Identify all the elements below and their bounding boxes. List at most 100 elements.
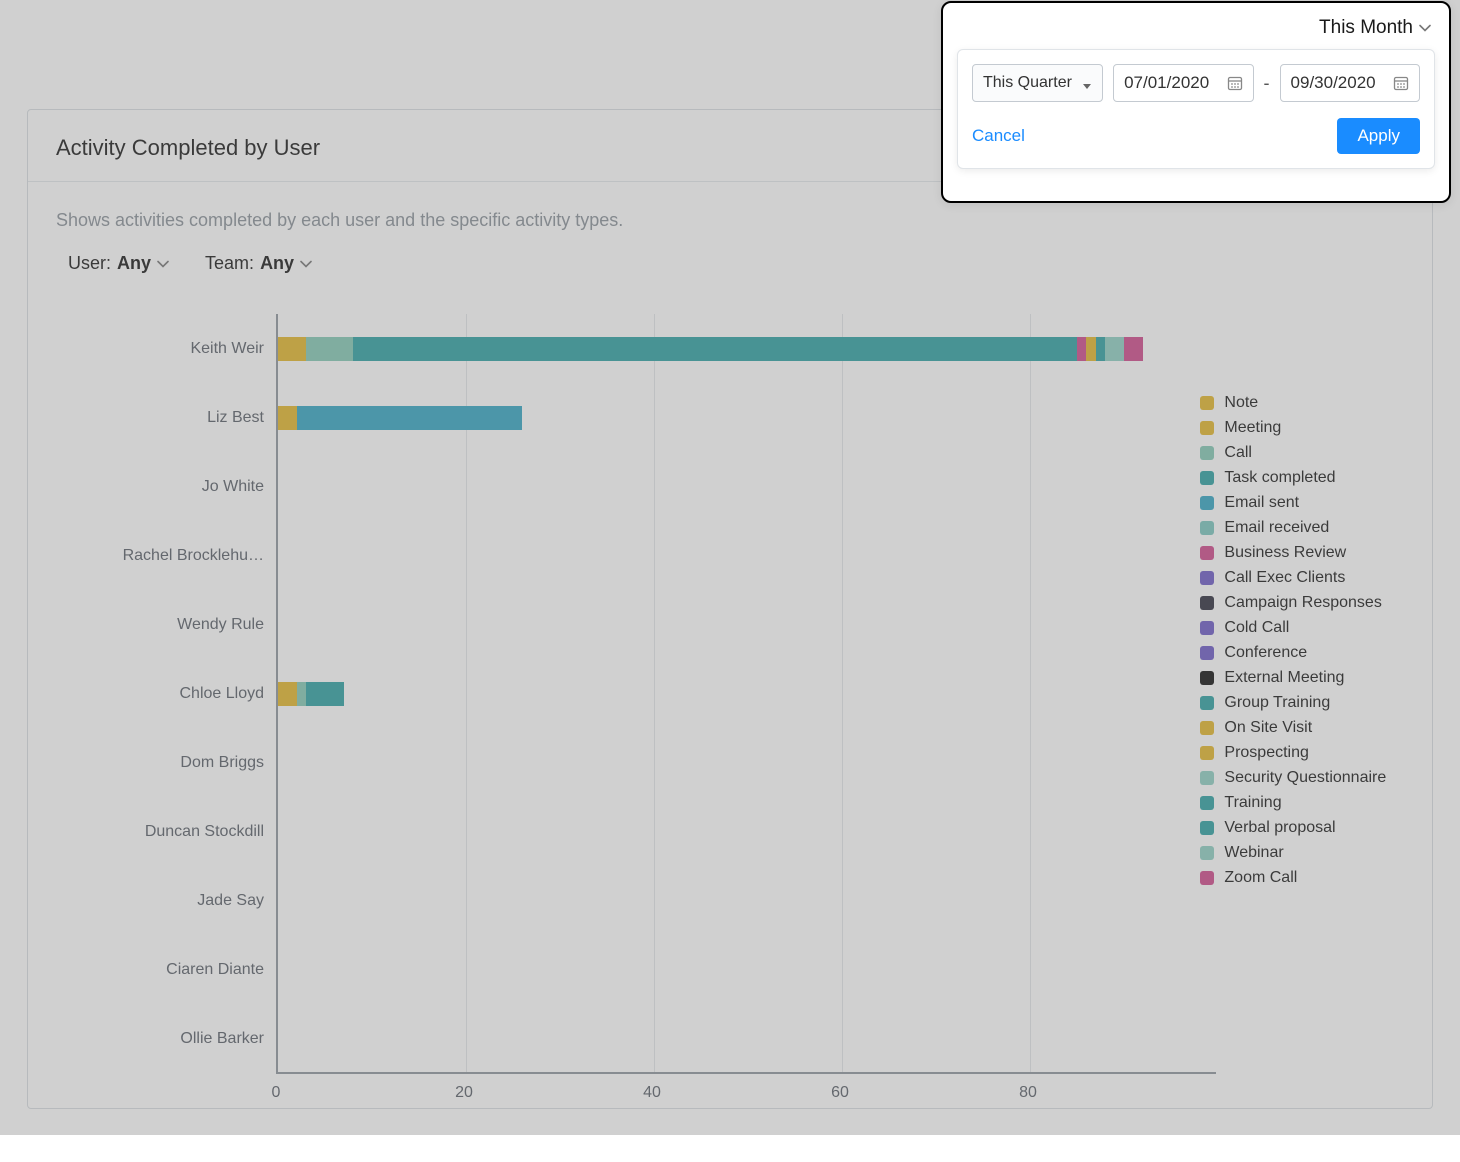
legend-label: Zoom Call: [1224, 869, 1297, 887]
x-tick-label: 80: [1019, 1084, 1037, 1102]
legend-label: Email received: [1224, 519, 1329, 537]
preset-select-value: This Quarter: [983, 74, 1072, 92]
bar-row: [278, 682, 344, 706]
legend-item[interactable]: Group Training: [1200, 694, 1404, 712]
start-date-value: 07/01/2020: [1124, 73, 1209, 93]
gridline: [654, 314, 655, 1072]
legend-label: Campaign Responses: [1224, 594, 1381, 612]
y-tick-label: Dom Briggs: [64, 754, 264, 772]
legend-item[interactable]: Call: [1200, 444, 1404, 462]
y-tick-label: Ciaren Diante: [64, 961, 264, 979]
gridline: [842, 314, 843, 1072]
y-tick-label: Rachel Brocklehu…: [64, 547, 264, 565]
chevron-down-icon: [1419, 24, 1431, 32]
x-tick-label: 40: [643, 1084, 661, 1102]
bar-segment[interactable]: [278, 337, 306, 361]
calendar-icon: [1227, 75, 1243, 91]
popover-header: This Month: [943, 3, 1449, 49]
apply-button[interactable]: Apply: [1337, 118, 1420, 154]
legend-item[interactable]: Conference: [1200, 644, 1404, 662]
user-filter[interactable]: User: Any: [68, 253, 169, 274]
bar-row: [278, 337, 1143, 361]
legend-item[interactable]: Verbal proposal: [1200, 819, 1404, 837]
bar-segment[interactable]: [306, 337, 353, 361]
legend-label: Call Exec Clients: [1224, 569, 1345, 587]
date-separator: -: [1264, 73, 1270, 94]
y-tick-label: Jo White: [64, 478, 264, 496]
triangle-down-icon: [1082, 78, 1092, 88]
cancel-button[interactable]: Cancel: [972, 126, 1025, 146]
legend-item[interactable]: Email sent: [1200, 494, 1404, 512]
bar-segment[interactable]: [1105, 337, 1124, 361]
legend-item[interactable]: Email received: [1200, 519, 1404, 537]
preset-select[interactable]: This Quarter: [972, 64, 1103, 102]
bar-segment[interactable]: [297, 406, 523, 430]
legend-item[interactable]: Campaign Responses: [1200, 594, 1404, 612]
date-range-popover: This Month This Quarter 07/01/2020 - 0: [941, 1, 1451, 203]
team-filter[interactable]: Team: Any: [205, 253, 312, 274]
x-tick-label: 20: [455, 1084, 473, 1102]
bar-segment[interactable]: [1077, 337, 1086, 361]
legend-label: Prospecting: [1224, 744, 1309, 762]
legend-label: Note: [1224, 394, 1258, 412]
legend-label: Cold Call: [1224, 619, 1289, 637]
y-tick-label: Jade Say: [64, 892, 264, 910]
legend-item[interactable]: Training: [1200, 794, 1404, 812]
legend-label: Meeting: [1224, 419, 1281, 437]
date-range-trigger[interactable]: This Month: [1319, 17, 1431, 39]
card-body: Shows activities completed by each user …: [28, 182, 1432, 1162]
legend-item[interactable]: Prospecting: [1200, 744, 1404, 762]
y-tick-label: Keith Weir: [64, 340, 264, 358]
start-date-input[interactable]: 07/01/2020: [1113, 64, 1253, 102]
legend-label: Business Review: [1224, 544, 1346, 562]
y-axis-labels: Keith WeirLiz BestJo WhiteRachel Brockle…: [56, 314, 264, 1074]
legend-item[interactable]: Task completed: [1200, 469, 1404, 487]
user-filter-label: User:: [68, 253, 111, 274]
y-tick-label: Chloe Lloyd: [64, 685, 264, 703]
date-actions: Cancel Apply: [972, 118, 1420, 154]
chart-wrap: Keith WeirLiz BestJo WhiteRachel Brockle…: [56, 314, 1404, 1134]
legend-item[interactable]: Note: [1200, 394, 1404, 412]
x-tick-label: 0: [272, 1084, 281, 1102]
legend-item[interactable]: Cold Call: [1200, 619, 1404, 637]
bar-segment[interactable]: [1096, 337, 1105, 361]
legend-item[interactable]: Security Questionnaire: [1200, 769, 1404, 787]
bar-segment[interactable]: [306, 682, 344, 706]
y-tick-label: Ollie Barker: [64, 1030, 264, 1048]
legend-label: Training: [1224, 794, 1281, 812]
end-date-input[interactable]: 09/30/2020: [1280, 64, 1420, 102]
calendar-icon: [1393, 75, 1409, 91]
legend-label: Verbal proposal: [1224, 819, 1335, 837]
team-filter-label: Team:: [205, 253, 254, 274]
legend-label: Call: [1224, 444, 1252, 462]
chart-main: Keith WeirLiz BestJo WhiteRachel Brockle…: [56, 314, 1190, 1134]
legend-label: Email sent: [1224, 494, 1299, 512]
legend-item[interactable]: Zoom Call: [1200, 869, 1404, 887]
legend-item[interactable]: On Site Visit: [1200, 719, 1404, 737]
filters-row: User: Any Team: Any: [68, 253, 1404, 274]
legend-label: Group Training: [1224, 694, 1330, 712]
activity-card: Activity Completed by User Shows activit…: [27, 109, 1433, 1109]
legend-item[interactable]: Webinar: [1200, 844, 1404, 862]
bar-segment[interactable]: [1086, 337, 1095, 361]
plot-area: [276, 314, 1216, 1074]
bar-segment[interactable]: [278, 406, 297, 430]
bar-segment[interactable]: [1124, 337, 1143, 361]
legend-item[interactable]: External Meeting: [1200, 669, 1404, 687]
card-description: Shows activities completed by each user …: [56, 210, 1404, 231]
legend-item[interactable]: Business Review: [1200, 544, 1404, 562]
legend-item[interactable]: Meeting: [1200, 419, 1404, 437]
user-filter-value: Any: [117, 253, 151, 274]
legend-label: On Site Visit: [1224, 719, 1312, 737]
end-date-value: 09/30/2020: [1291, 73, 1376, 93]
bar-segment[interactable]: [297, 682, 306, 706]
gridline: [1030, 314, 1031, 1072]
bar-segment[interactable]: [278, 682, 297, 706]
legend-label: External Meeting: [1224, 669, 1344, 687]
x-tick-label: 60: [831, 1084, 849, 1102]
date-range-trigger-label: This Month: [1319, 17, 1413, 39]
team-filter-value: Any: [260, 253, 294, 274]
bar-segment[interactable]: [353, 337, 1077, 361]
legend-item[interactable]: Call Exec Clients: [1200, 569, 1404, 587]
legend: Note Meeting Call Task completed Email sent E…: [1190, 314, 1404, 1134]
